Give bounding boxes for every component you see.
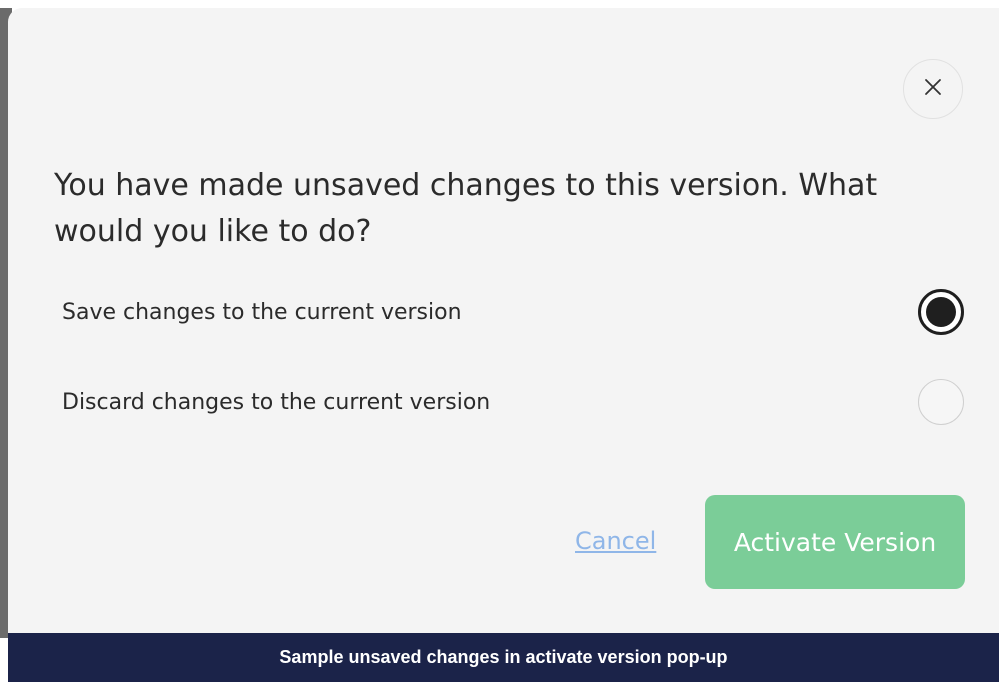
- option-save-label: Save changes to the current version: [62, 299, 462, 325]
- radio-discard-changes[interactable]: [918, 379, 964, 425]
- caption-bar: Sample unsaved changes in activate versi…: [8, 633, 999, 682]
- close-icon[interactable]: [923, 77, 943, 101]
- unsaved-changes-dialog: You have made unsaved changes to this ve…: [8, 8, 999, 633]
- screenshot-stage: You have made unsaved changes to this ve…: [0, 0, 999, 682]
- option-discard-label: Discard changes to the current version: [62, 389, 491, 415]
- caption-text: Sample unsaved changes in activate versi…: [279, 647, 728, 667]
- radio-selected-dot: [926, 297, 956, 327]
- option-save-changes[interactable]: Save changes to the current version: [62, 284, 964, 340]
- option-discard-changes[interactable]: Discard changes to the current version: [62, 374, 964, 430]
- cancel-link[interactable]: Cancel: [575, 527, 656, 555]
- close-button[interactable]: [903, 59, 963, 119]
- dialog-question: You have made unsaved changes to this ve…: [54, 168, 878, 249]
- radio-save-changes[interactable]: [918, 289, 964, 335]
- activate-version-button[interactable]: Activate Version: [705, 495, 965, 589]
